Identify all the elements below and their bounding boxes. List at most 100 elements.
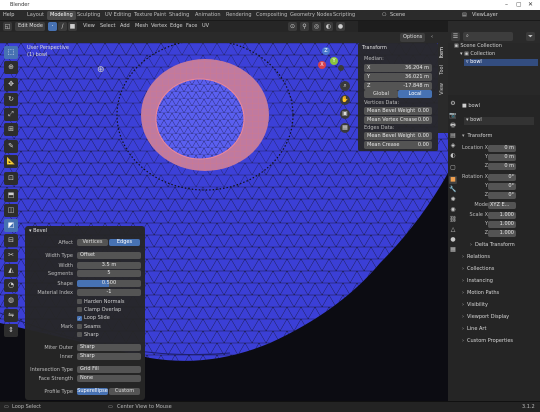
- collections-section[interactable]: › Collections: [462, 265, 536, 273]
- affect-edges-button[interactable]: Edges: [109, 239, 140, 246]
- scale-x-field[interactable]: 1.000: [488, 212, 516, 219]
- transform-tool-icon[interactable]: ⊞: [4, 123, 18, 136]
- scale-z-field[interactable]: 1.000: [488, 230, 516, 237]
- tool-props-icon[interactable]: ⚙: [449, 100, 457, 108]
- chevron-left-icon[interactable]: ‹: [431, 34, 433, 40]
- properties-object-name[interactable]: ■ bowl: [462, 103, 480, 109]
- line-art-section[interactable]: › Line Art: [462, 325, 536, 333]
- width-type-dropdown[interactable]: Offset: [77, 252, 141, 259]
- object-name-field[interactable]: ▾ bowl: [464, 117, 534, 125]
- gizmo-z-axis[interactable]: Z: [322, 47, 330, 55]
- menu-help[interactable]: Help: [3, 12, 14, 18]
- scale-y-field[interactable]: 1.000: [488, 221, 516, 228]
- pan-hand-icon[interactable]: ✋: [340, 95, 350, 105]
- tab-layout[interactable]: Layout: [24, 11, 47, 20]
- tab-scripting[interactable]: Scripting: [330, 11, 358, 20]
- mark-sharp-checkbox[interactable]: Sharp: [77, 332, 99, 338]
- relations-section[interactable]: › Relations: [462, 253, 536, 261]
- segments-field[interactable]: 5: [77, 270, 141, 277]
- annotate-tool-icon[interactable]: ✎: [4, 140, 18, 153]
- transform-section[interactable]: ▾ Transform: [462, 132, 536, 140]
- overlay-icon[interactable]: ◐: [324, 22, 333, 31]
- viewlayer-icon[interactable]: ▤: [462, 12, 467, 18]
- location-x-field[interactable]: 0 m: [488, 145, 516, 152]
- data-props-icon[interactable]: △: [449, 226, 457, 234]
- edge-select-icon[interactable]: /: [58, 22, 67, 31]
- clamp-overlap-checkbox[interactable]: Clamp Overlap: [77, 307, 121, 313]
- inset-tool-icon[interactable]: ◫: [4, 204, 18, 217]
- constraint-props-icon[interactable]: ⛓: [449, 216, 457, 224]
- miter-outer-dropdown[interactable]: Sharp: [77, 344, 141, 351]
- grid-icon[interactable]: ▦: [340, 123, 350, 133]
- menu-vertex[interactable]: Vertex: [151, 23, 167, 29]
- tab-sculpting[interactable]: Sculpting: [74, 11, 103, 20]
- miter-inner-dropdown[interactable]: Sharp: [77, 353, 141, 360]
- proportional-icon[interactable]: ◎: [312, 22, 321, 31]
- gizmo-neg-axis[interactable]: [338, 65, 344, 71]
- instancing-section[interactable]: › Instancing: [462, 277, 536, 285]
- mode-selector[interactable]: Edit Mode: [15, 22, 45, 31]
- outliner-row-bowl[interactable]: ▿ bowl: [464, 59, 538, 66]
- scene-props-icon[interactable]: ◈: [449, 142, 457, 150]
- profile-superellipse-button[interactable]: Superellipse: [77, 388, 108, 395]
- tab-geometry-nodes[interactable]: Geometry Nodes: [287, 11, 335, 20]
- shading-icon[interactable]: ●: [336, 22, 345, 31]
- loop-slide-checkbox[interactable]: ✓ Loop Slide: [77, 315, 110, 321]
- scene-icon[interactable]: ⎔: [382, 12, 386, 18]
- visibility-section[interactable]: › Visibility: [462, 301, 536, 309]
- menu-edge[interactable]: Edge: [170, 23, 183, 29]
- outliner-editor-icon[interactable]: ☰: [451, 32, 460, 41]
- snap-icon[interactable]: ⚲: [300, 22, 309, 31]
- collection-props-icon[interactable]: ▢: [449, 164, 457, 172]
- select-box-icon[interactable]: ⬚: [4, 46, 18, 59]
- mark-seams-checkbox[interactable]: Seams: [77, 324, 101, 330]
- median-x-field[interactable]: X 36.204 m: [364, 64, 432, 72]
- gizmo-x-axis[interactable]: X: [318, 61, 326, 69]
- object-props-icon[interactable]: ■: [449, 176, 457, 184]
- add-cube-tool-icon[interactable]: ⊡: [4, 172, 18, 185]
- loop-cut-tool-icon[interactable]: ⊟: [4, 234, 18, 247]
- close-button[interactable]: ✕: [528, 1, 533, 8]
- shrink-fatten-tool-icon[interactable]: ⇕: [4, 324, 18, 337]
- scene-selector[interactable]: Scene: [390, 12, 405, 18]
- pivot-icon[interactable]: ⊙: [288, 22, 297, 31]
- motion-paths-section[interactable]: › Motion Paths: [462, 289, 536, 297]
- physics-props-icon[interactable]: ◉: [449, 206, 457, 214]
- tab-view[interactable]: View: [439, 83, 447, 95]
- cursor-tool-icon[interactable]: ⊕: [4, 61, 18, 74]
- outliner-row-scene-collection[interactable]: ▣ Scene Collection: [452, 43, 538, 50]
- face-select-icon[interactable]: ■: [68, 22, 77, 31]
- tab-compositing[interactable]: Compositing: [253, 11, 290, 20]
- zoom-icon[interactable]: ⌕: [340, 81, 350, 91]
- face-strength-dropdown[interactable]: None: [77, 375, 141, 382]
- outliner-search-input[interactable]: ⌕: [463, 32, 513, 41]
- vertex-select-icon[interactable]: ·: [48, 22, 57, 31]
- rotation-x-field[interactable]: 0°: [488, 174, 516, 181]
- tab-shading[interactable]: Shading: [166, 11, 192, 20]
- shape-slider[interactable]: 0.500: [77, 280, 141, 287]
- measure-tool-icon[interactable]: 📐: [4, 155, 18, 168]
- poly-build-tool-icon[interactable]: ◭: [4, 264, 18, 277]
- affect-vertices-button[interactable]: Vertices: [77, 239, 108, 246]
- harden-normals-checkbox[interactable]: Harden Normals: [77, 299, 125, 305]
- minimize-button[interactable]: –: [505, 1, 508, 8]
- vertex-crease-field[interactable]: Mean Vertex Crease 0.00: [364, 116, 432, 124]
- view-layer-props-icon[interactable]: ▤: [449, 132, 457, 140]
- tab-tool[interactable]: Tool: [439, 65, 447, 75]
- location-y-field[interactable]: 0 m: [488, 154, 516, 161]
- extrude-tool-icon[interactable]: ⬒: [4, 189, 18, 202]
- tab-texture-paint[interactable]: Texture Paint: [131, 11, 169, 20]
- median-y-field[interactable]: Y 36.021 m: [364, 73, 432, 81]
- output-props-icon[interactable]: 🖶: [449, 122, 457, 130]
- gizmo-y-axis[interactable]: Y: [330, 57, 338, 65]
- knife-tool-icon[interactable]: ✂: [4, 249, 18, 262]
- world-props-icon[interactable]: ◐: [449, 152, 457, 160]
- particle-props-icon[interactable]: ✺: [449, 196, 457, 204]
- local-toggle[interactable]: Local: [398, 90, 432, 98]
- median-z-field[interactable]: Z -17.848 m: [364, 82, 432, 90]
- edge-crease-field[interactable]: Mean Crease 0.00: [364, 141, 432, 149]
- rotate-tool-icon[interactable]: ↻: [4, 93, 18, 106]
- menu-uv[interactable]: UV: [202, 23, 209, 29]
- tab-uv-editing[interactable]: UV Editing: [102, 11, 134, 20]
- texture-props-icon[interactable]: ▦: [449, 246, 457, 254]
